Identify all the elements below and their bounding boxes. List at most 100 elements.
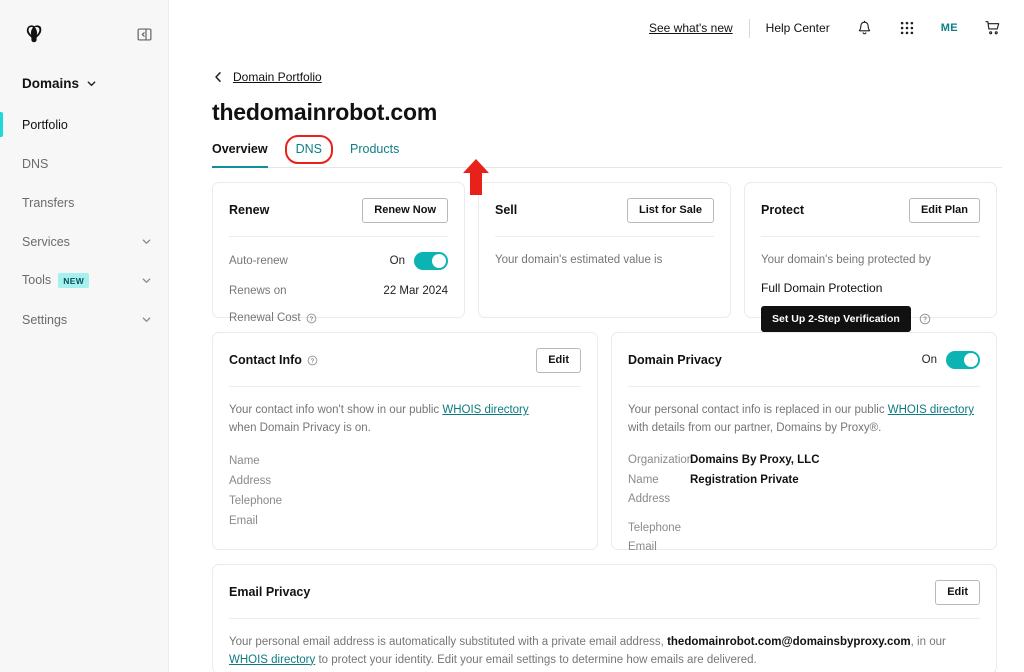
auto-renew-state: On	[389, 255, 405, 267]
divider	[495, 236, 714, 237]
field-label: Email	[229, 514, 258, 527]
chevron-down-icon	[141, 236, 152, 247]
desc-part-3: to protect your identity. Edit your emai…	[315, 653, 757, 666]
card-title: Contact Info	[229, 353, 318, 367]
renewal-cost-row: Renewal Cost	[229, 312, 448, 324]
domain-privacy-card: Domain Privacy On Your personal contact …	[611, 332, 997, 553]
whois-directory-link[interactable]: WHOIS directory	[229, 654, 315, 666]
field-label: Address	[628, 493, 671, 506]
renews-on-row: Renews on 22 Mar 2024	[229, 285, 448, 297]
desc-part-1: Your contact info won't show in our publ…	[229, 404, 443, 416]
auto-renew-row: Auto-renew On	[229, 252, 448, 270]
page-content: Domain Portfolio thedomainrobot.com Over…	[169, 70, 1024, 672]
renewal-cost-text: Renewal Cost	[229, 312, 301, 324]
breadcrumb: Domain Portfolio	[212, 70, 1002, 84]
tab-dns[interactable]: DNS	[282, 135, 336, 167]
edit-plan-button[interactable]: Edit Plan	[908, 197, 980, 223]
renews-on-value: 22 Mar 2024	[383, 285, 448, 297]
help-center-link[interactable]: Help Center	[766, 21, 830, 35]
field-value: Registration Private	[690, 473, 799, 486]
protection-plan-name: Full Domain Protection	[761, 280, 883, 295]
setup-2step-verification-button[interactable]: Set Up 2-Step Verification	[761, 305, 911, 332]
privacy-toggle-state: On	[921, 354, 937, 366]
contact-fields: Name Address Telephone Email	[229, 451, 581, 531]
info-icon[interactable]	[307, 355, 318, 366]
godaddy-logo-icon	[22, 22, 46, 46]
sidebar-item-label: Settings	[22, 312, 68, 327]
desc-part-2: , in our	[910, 636, 946, 648]
renew-now-button[interactable]: Renew Now	[362, 197, 448, 223]
renew-card: Renew Renew Now Auto-renew On Renews on …	[212, 182, 465, 324]
table-row: Name Registration Private	[628, 470, 980, 490]
sell-card: Sell List for Sale Your domain's estimat…	[478, 182, 731, 318]
sidebar-item-label: Portfolio	[22, 117, 68, 132]
sidebar-item-dns[interactable]: DNS	[0, 144, 168, 183]
field-value: Domains By Proxy, LLC	[690, 454, 820, 467]
privacy-fields: Organization Domains By Proxy, LLC Name …	[628, 451, 980, 558]
privacy-toggle-wrap: On	[922, 351, 980, 369]
sidebar-item-tools[interactable]: Tools NEW	[0, 261, 168, 300]
sidebar-item-label: Transfers	[22, 195, 75, 210]
cards-row-2: Contact Info Edit Your contact info won'…	[212, 332, 1002, 553]
divider	[229, 386, 581, 387]
cart-icon[interactable]	[984, 19, 1002, 37]
chevron-down-icon	[141, 275, 152, 286]
sidebar-header	[0, 0, 168, 46]
divider	[628, 386, 980, 387]
card-title: Email Privacy	[229, 585, 311, 599]
whois-directory-link[interactable]: WHOIS directory	[888, 404, 974, 416]
auto-renew-toggle[interactable]	[414, 252, 448, 270]
sidebar-item-settings[interactable]: Settings	[0, 300, 168, 339]
table-row: Telephone	[628, 518, 980, 538]
tab-label: Overview	[212, 142, 268, 156]
list-for-sale-button[interactable]: List for Sale	[627, 197, 714, 223]
help-icon[interactable]	[919, 313, 931, 325]
field-row: Address	[229, 471, 581, 491]
top-bar: See what's new Help Center ME	[169, 0, 1024, 56]
domain-privacy-description: Your personal contact info is replaced i…	[628, 402, 980, 438]
cards-row-3: Email Privacy Edit Your personal email a…	[212, 564, 1002, 672]
field-label: Address	[229, 474, 272, 487]
sidebar-collapse-icon[interactable]	[137, 27, 152, 42]
whats-new-link[interactable]: See what's new	[649, 21, 733, 35]
info-icon[interactable]	[306, 313, 317, 324]
auto-renew-value: On	[390, 252, 448, 270]
sidebar-nav: Portfolio DNS Transfers Services Tools NE…	[0, 105, 168, 339]
two-step-row: Set Up 2-Step Verification	[761, 305, 980, 332]
renewal-cost-label: Renewal Cost	[229, 312, 317, 324]
field-row: Name	[229, 451, 581, 471]
email-privacy-card: Email Privacy Edit Your personal email a…	[212, 564, 997, 672]
field-label: Name	[229, 454, 260, 467]
account-avatar[interactable]: ME	[941, 22, 958, 34]
sidebar-item-portfolio[interactable]: Portfolio	[0, 105, 168, 144]
sidebar-item-services[interactable]: Services	[0, 222, 168, 261]
card-title: Protect	[761, 203, 805, 217]
bell-icon[interactable]	[856, 20, 873, 37]
field-label: Organization	[628, 454, 694, 467]
chevron-down-icon	[86, 78, 97, 89]
card-title: Renew	[229, 203, 270, 217]
divider	[229, 618, 980, 619]
field-row: Email	[229, 511, 581, 531]
tab-overview[interactable]: Overview	[212, 142, 282, 168]
divider	[748, 18, 750, 38]
field-label: Telephone	[229, 494, 283, 507]
chevron-left-icon[interactable]	[212, 71, 224, 83]
breadcrumb-link[interactable]: Domain Portfolio	[233, 70, 322, 84]
field-label: Telephone	[628, 521, 682, 534]
new-badge: NEW	[58, 273, 90, 289]
domain-privacy-toggle[interactable]	[946, 351, 980, 369]
whois-directory-link[interactable]: WHOIS directory	[442, 404, 528, 416]
table-row: Address	[628, 490, 980, 510]
edit-contact-info-button[interactable]: Edit	[536, 347, 581, 373]
card-header: Contact Info Edit	[229, 347, 581, 373]
sidebar-item-transfers[interactable]: Transfers	[0, 183, 168, 222]
tab-products[interactable]: Products	[336, 142, 413, 167]
sidebar: Domains Portfolio DNS Transfers Services	[0, 0, 169, 672]
card-header: Renew Renew Now	[229, 197, 448, 223]
cards-row-1: Renew Renew Now Auto-renew On Renews on …	[212, 182, 1002, 332]
sidebar-section-domains[interactable]: Domains	[0, 76, 168, 91]
apps-grid-icon[interactable]	[899, 20, 915, 36]
sidebar-item-label-wrap: Tools NEW	[22, 273, 141, 289]
edit-email-privacy-button[interactable]: Edit	[935, 579, 980, 605]
